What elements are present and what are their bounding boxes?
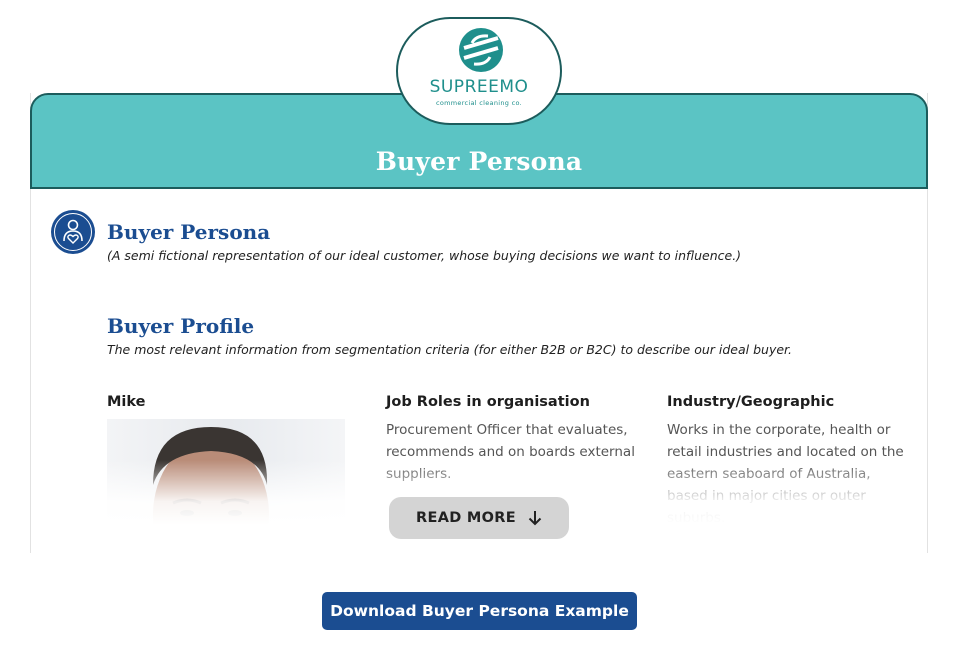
profile-heading: Buyer Profile xyxy=(107,314,255,338)
persona-description: (A semi fictional representation of our … xyxy=(107,248,742,263)
job-roles-title: Job Roles in organisation xyxy=(386,394,590,410)
download-label: Download Buyer Persona Example xyxy=(330,602,629,620)
read-more-label: READ MORE xyxy=(416,510,516,526)
persona-heading: Buyer Persona xyxy=(107,220,271,244)
brand-tagline: commercial cleaning co. xyxy=(436,99,522,107)
download-persona-button[interactable]: Download Buyer Persona Example xyxy=(322,592,637,630)
banner-title: Buyer Persona xyxy=(375,147,583,176)
brand-name: SUPREEMO xyxy=(429,77,529,97)
persona-name: Mike xyxy=(107,394,146,410)
supreemo-logo-mark-icon xyxy=(459,28,503,72)
person-heart-icon xyxy=(51,210,95,254)
industry-title: Industry/Geographic xyxy=(667,394,835,410)
arrow-down-icon xyxy=(528,511,542,526)
profile-description: The most relevant information from segme… xyxy=(107,342,792,357)
read-more-button[interactable]: READ MORE xyxy=(389,497,569,539)
brand-logo: SUPREEMO commercial cleaning co. xyxy=(396,17,562,125)
